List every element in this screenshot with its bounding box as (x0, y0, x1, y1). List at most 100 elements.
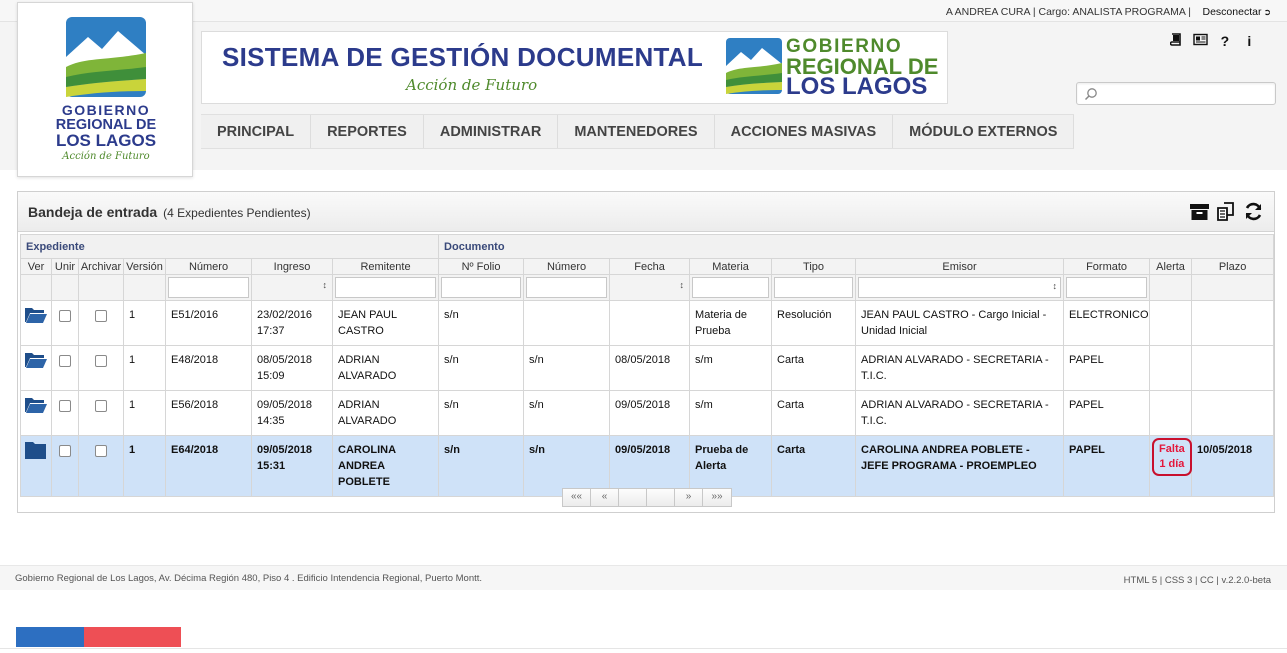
menu-acciones-masivas[interactable]: ACCIONES MASIVAS (715, 115, 894, 148)
col-numero[interactable]: Número (165, 258, 252, 275)
table-row[interactable]: 1 E51/2016 23/02/2016 17:37 JEAN PAUL CA… (20, 300, 1275, 346)
materia-cell: Materia de Prueba (689, 300, 773, 346)
filter-row (20, 274, 1275, 301)
pagination: «« « » »» (562, 488, 732, 507)
archivar-checkbox[interactable] (95, 444, 107, 457)
folder-open-icon[interactable] (24, 350, 48, 370)
folder-closed-icon[interactable] (24, 440, 48, 460)
menu-reportes[interactable]: REPORTES (311, 115, 424, 148)
copy-icon[interactable] (1216, 201, 1237, 222)
search-box[interactable] (1076, 82, 1276, 105)
mountains-logo-icon (66, 17, 146, 97)
filter-materia-input[interactable] (692, 277, 770, 298)
filter-cell-doc-numero (523, 274, 611, 301)
menu-administrar[interactable]: ADMINISTRAR (424, 115, 559, 148)
page: A ANDREA CURA | Cargo: ANALISTA PROGRAMA… (0, 0, 1287, 653)
info-icon[interactable]: i (1239, 33, 1259, 49)
col-formato[interactable]: Formato (1063, 258, 1151, 275)
folder-open-icon[interactable] (24, 305, 48, 325)
menu-principal[interactable]: PRINCIPAL (201, 115, 312, 148)
version-cell: 1 (123, 345, 166, 391)
col-remitente[interactable]: Remitente (331, 258, 440, 275)
pager-page-slot[interactable] (619, 489, 647, 506)
menu-mantenedores[interactable]: MANTENEDORES (558, 115, 715, 148)
filter-cell-tipo (771, 274, 857, 301)
ver-cell (20, 390, 52, 436)
version-cell: 1 (123, 435, 166, 497)
filter-emisor-select[interactable] (858, 277, 1062, 298)
archivar-checkbox[interactable] (95, 399, 107, 412)
folder-open-icon[interactable] (24, 395, 48, 415)
refresh-icon[interactable] (1243, 201, 1264, 222)
unir-checkbox[interactable] (59, 399, 71, 412)
remitente-cell: JEAN PAUL CASTRO (331, 300, 440, 346)
col-plazo[interactable]: Plazo (1191, 258, 1275, 275)
logo-slogan: Acción de Futuro (62, 151, 150, 162)
col-fecha[interactable]: Fecha (609, 258, 691, 275)
col-archivar[interactable]: Archivar (78, 258, 124, 275)
emisor-cell: JEAN PAUL CASTRO - Cargo Inicial - Unida… (855, 300, 1065, 346)
archivar-cell (78, 300, 124, 346)
plazo-cell (1191, 300, 1275, 346)
filter-remitente-input[interactable] (335, 277, 437, 298)
filter-formato-input[interactable] (1066, 277, 1148, 298)
filter-folio-input[interactable] (441, 277, 522, 298)
top-bar: A ANDREA CURA | Cargo: ANALISTA PROGRAMA… (0, 0, 1287, 22)
formato-cell: PAPEL (1063, 435, 1151, 497)
pager-last-button[interactable]: »» (703, 489, 731, 506)
pager-next-button[interactable]: » (675, 489, 703, 506)
col-tipo[interactable]: Tipo (771, 258, 857, 275)
filter-cell-remitente (331, 274, 440, 301)
col-version[interactable]: Versión (123, 258, 166, 275)
unir-checkbox[interactable] (59, 444, 71, 457)
archive-icon[interactable] (1189, 201, 1210, 222)
filter-numero-input[interactable] (168, 277, 249, 298)
gov-bar-blue (16, 627, 84, 647)
table-row[interactable]: 1 E48/2018 08/05/2018 15:09 ADRIAN ALVAR… (20, 345, 1275, 391)
column-header-row: Ver Unir Archivar Versión Número Ingreso… (20, 258, 1275, 275)
filter-cell-archivar (78, 274, 124, 301)
archivar-checkbox[interactable] (95, 354, 107, 367)
pager-first-button[interactable]: «« (563, 489, 591, 506)
logout-link[interactable]: Desconectar ➲ (1203, 6, 1272, 18)
news-icon[interactable] (1190, 33, 1210, 49)
col-folio[interactable]: Nº Folio (438, 258, 525, 275)
archivar-cell (78, 345, 124, 391)
col-materia[interactable]: Materia (689, 258, 773, 275)
inbox-table: Expediente Documento Ver Unir Archivar V… (19, 234, 1275, 497)
group-documento: Documento (438, 234, 1275, 259)
menu-modulo-externos[interactable]: MÓDULO EXTERNOS (893, 115, 1075, 148)
filter-tipo-input[interactable] (774, 277, 854, 298)
help-icon[interactable]: ? (1215, 33, 1235, 49)
logout-icon: ➲ (1263, 7, 1271, 17)
filter-ingreso-sort[interactable] (254, 277, 330, 298)
unir-checkbox[interactable] (59, 309, 71, 322)
col-alerta[interactable]: Alerta (1149, 258, 1193, 275)
col-doc-numero[interactable]: Número (523, 258, 611, 275)
unir-checkbox[interactable] (59, 354, 71, 367)
filter-doc-numero-input[interactable] (526, 277, 608, 298)
pager-page-slot[interactable] (647, 489, 675, 506)
plazo-cell (1191, 390, 1275, 436)
footer-address: Gobierno Regional de Los Lagos, Av. Déci… (15, 573, 483, 584)
user-info: A ANDREA CURA | Cargo: ANALISTA PROGRAMA… (945, 6, 1191, 18)
inbox-title-text: Bandeja de entrada (28, 204, 158, 220)
search-input[interactable] (1103, 85, 1271, 103)
version-cell: 1 (123, 300, 166, 346)
book-icon[interactable] (1166, 33, 1186, 49)
alerta-cell (1149, 390, 1193, 436)
archivar-cell (78, 435, 124, 497)
col-ingreso[interactable]: Ingreso (251, 258, 333, 275)
inbox-title: Bandeja de entrada (4 Expedientes Pendien… (28, 204, 311, 220)
col-ver[interactable]: Ver (20, 258, 52, 275)
banner-wordmark: GOBIERNO REGIONAL DE LOS LAGOS (786, 37, 938, 99)
col-unir[interactable]: Unir (51, 258, 79, 275)
remitente-cell: CAROLINA ANDREA POBLETE (331, 435, 440, 497)
formato-cell: PAPEL (1063, 390, 1151, 436)
gobierno-logo[interactable]: GOBIERNO REGIONAL DE LOS LAGOS Acción de… (17, 2, 193, 177)
col-emisor[interactable]: Emisor (855, 258, 1065, 275)
pager-prev-button[interactable]: « (591, 489, 619, 506)
table-row[interactable]: 1 E56/2018 09/05/2018 14:35 ADRIAN ALVAR… (20, 390, 1275, 436)
filter-fecha-sort[interactable] (612, 277, 687, 298)
archivar-checkbox[interactable] (95, 309, 107, 322)
